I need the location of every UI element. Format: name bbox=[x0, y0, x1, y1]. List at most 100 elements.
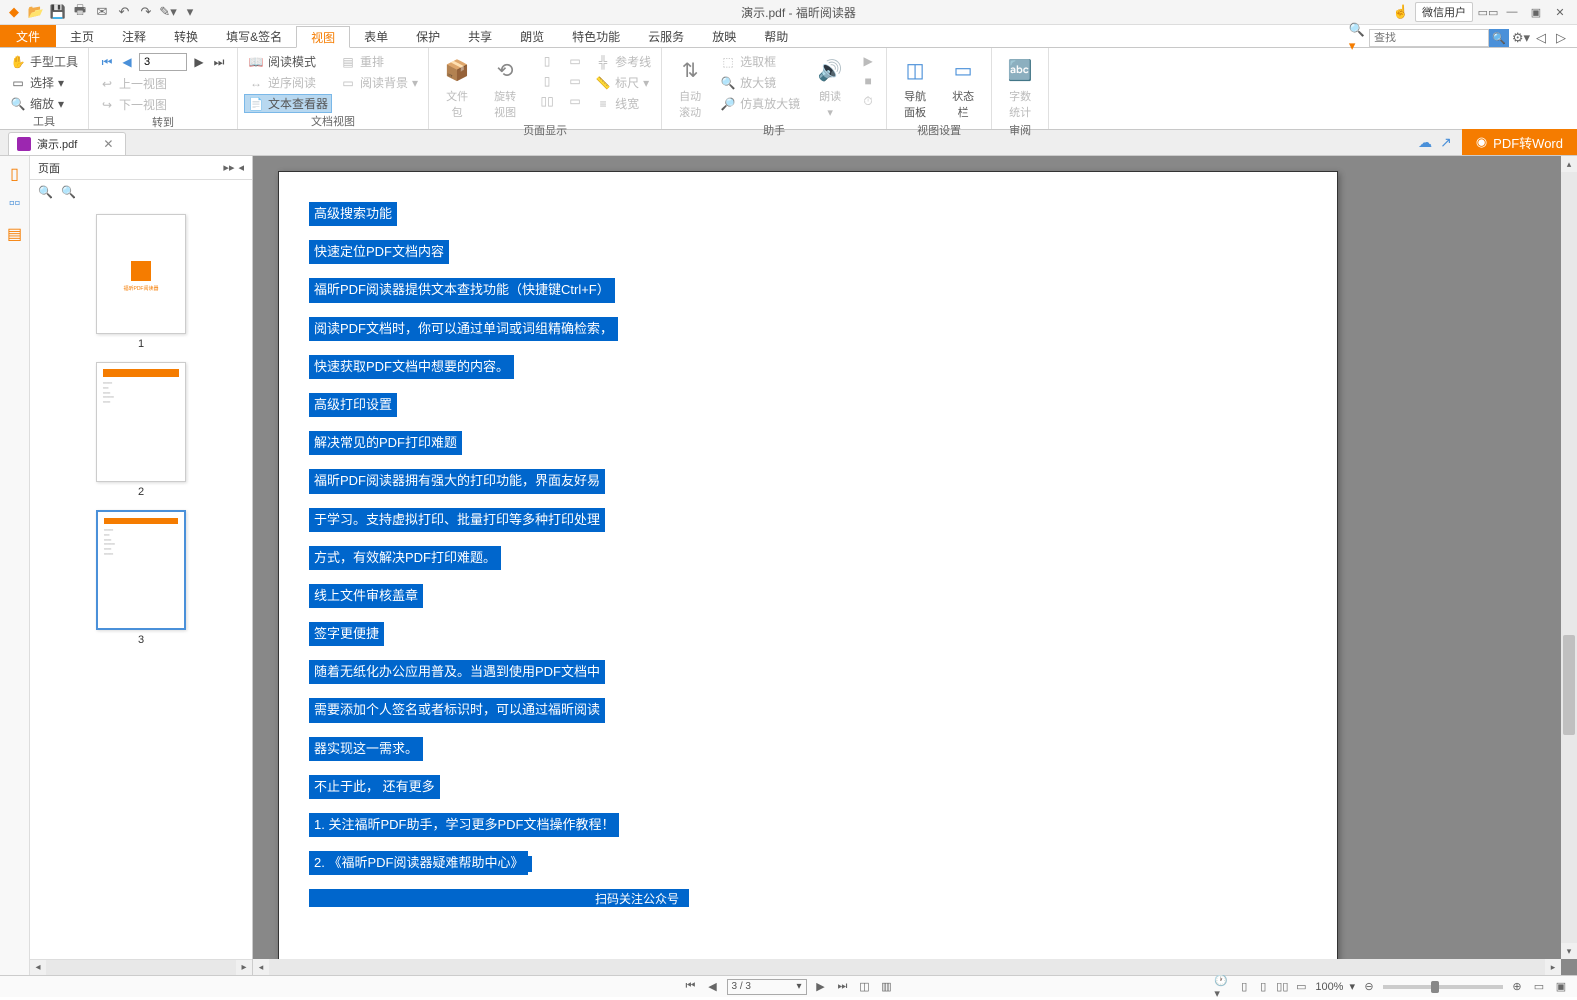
pdf-to-word-button[interactable]: ◉ PDF转Word bbox=[1462, 129, 1577, 155]
tab-form[interactable]: 表单 bbox=[350, 25, 402, 47]
horizontal-scrollbar[interactable]: ◂ ▸ bbox=[253, 959, 1561, 975]
text-line[interactable]: 器实现这一需求。 bbox=[309, 737, 423, 761]
layout-c-icon[interactable]: ▭ bbox=[563, 92, 587, 110]
scroll-track[interactable] bbox=[46, 960, 236, 975]
tab-comment[interactable]: 注释 bbox=[108, 25, 160, 47]
tab-convert[interactable]: 转换 bbox=[160, 25, 212, 47]
zoom-slider[interactable] bbox=[1383, 985, 1503, 989]
layout-facing-icon[interactable]: ▯▯ bbox=[535, 92, 559, 110]
audio-rate[interactable]: ⏱ bbox=[856, 92, 880, 110]
tab-read[interactable]: 朗览 bbox=[506, 25, 558, 47]
guide-line[interactable]: ╬参考线 bbox=[591, 52, 655, 71]
text-line[interactable]: 1. 关注福昕PDF助手，学习更多PDF文档操作教程！ bbox=[309, 813, 619, 837]
thumbnail-hscroll[interactable]: ◂ ▸ bbox=[30, 959, 252, 975]
text-line[interactable]: 需要添加个人签名或者标识时，可以通过福昕阅读 bbox=[309, 698, 605, 722]
tab-home[interactable]: 主页 bbox=[56, 25, 108, 47]
cloud-icon[interactable]: ☁ bbox=[1418, 134, 1432, 151]
thumbnail-item[interactable]: 福昕PDF阅读器 1 bbox=[30, 214, 252, 350]
text-line[interactable]: 高级打印设置 bbox=[309, 393, 397, 417]
save-icon[interactable]: 💾 bbox=[50, 4, 66, 20]
thumb-zoom-in-icon[interactable]: 🔍 bbox=[38, 185, 53, 199]
text-line[interactable]: 阅读PDF文档时，你可以通过单词或词组精确检索， bbox=[309, 317, 618, 341]
text-line[interactable]: 福昕PDF阅读器拥有强大的打印功能，界面友好易 bbox=[309, 469, 605, 493]
comments-strip-icon[interactable]: ▤ bbox=[5, 224, 25, 244]
prev-view[interactable]: ↩上一视图 bbox=[95, 74, 231, 93]
search-box[interactable] bbox=[1369, 29, 1489, 47]
rotate-view[interactable]: ⟲旋转 视图 bbox=[483, 52, 527, 122]
select-tool[interactable]: ▭选择▾ bbox=[6, 73, 82, 92]
line-width[interactable]: ≡线宽 bbox=[591, 94, 655, 113]
scroll-up-icon[interactable]: ▴ bbox=[1561, 156, 1577, 172]
brush-icon[interactable]: ✎▾ bbox=[160, 4, 176, 20]
thumbnail-item[interactable]: ━━━━━━━━━━━━━━━━━━━━━━ 2 bbox=[30, 362, 252, 498]
sb-page-indicator[interactable]: 3 / 3▾ bbox=[727, 979, 807, 995]
sync-icon[interactable]: ↗ bbox=[1440, 134, 1452, 151]
last-page-icon[interactable]: ⏭ bbox=[211, 54, 227, 70]
hand-pointer-icon[interactable]: ☝ bbox=[1393, 4, 1409, 20]
prev-page-icon[interactable]: ◀ bbox=[119, 54, 135, 70]
audio-prev[interactable]: ■ bbox=[856, 72, 880, 90]
scroll-left-icon[interactable]: ◂ bbox=[30, 960, 46, 975]
text-line[interactable]: 快速获取PDF文档中想要的内容。 bbox=[309, 355, 514, 379]
text-line[interactable]: 签字更便捷 bbox=[309, 622, 384, 646]
text-line[interactable]: 方式，有效解决PDF打印难题。 bbox=[309, 546, 501, 570]
wechat-user-button[interactable]: 微信用户 bbox=[1415, 2, 1473, 22]
sb-clock-icon[interactable]: 🕐▾ bbox=[1214, 979, 1230, 995]
highlighted-band[interactable]: 扫码关注公众号 bbox=[309, 889, 689, 907]
fake-magnifier[interactable]: 🔎仿真放大镜 bbox=[716, 94, 804, 113]
fit-page-icon[interactable]: ▣ bbox=[1553, 979, 1569, 995]
chevron-down-icon[interactable]: ▾ bbox=[1349, 980, 1355, 993]
tab-view[interactable]: 视图 bbox=[296, 26, 350, 48]
reverse-read[interactable]: ↔逆序阅读 bbox=[244, 73, 332, 92]
hand-tool[interactable]: ✋手型工具 bbox=[6, 52, 82, 71]
sb-view-continuous-icon[interactable]: ▯ bbox=[1255, 979, 1271, 995]
undo-icon[interactable]: ↶ bbox=[116, 4, 132, 20]
sb-view-cover-icon[interactable]: ▭ bbox=[1293, 979, 1309, 995]
sb-prev-page-icon[interactable]: ◀ bbox=[705, 979, 721, 995]
fit-width-icon[interactable]: ▭ bbox=[1531, 979, 1547, 995]
print-icon[interactable]: 🖶 bbox=[72, 4, 88, 20]
tab-special[interactable]: 特色功能 bbox=[558, 25, 634, 47]
zoom-in-icon[interactable]: ⊕ bbox=[1509, 979, 1525, 995]
search-input[interactable] bbox=[1370, 32, 1488, 44]
scroll-track[interactable] bbox=[1561, 172, 1577, 943]
first-page-icon[interactable]: ⏮ bbox=[99, 54, 115, 70]
tab-play[interactable]: 放映 bbox=[698, 25, 750, 47]
ruler[interactable]: 📏标尺▾ bbox=[591, 73, 655, 92]
rearrange[interactable]: ▤重排 bbox=[336, 52, 422, 71]
read-bg[interactable]: ▭阅读背景▾ bbox=[336, 73, 422, 92]
layout-a-icon[interactable]: ▭ bbox=[563, 52, 587, 70]
magnifier[interactable]: 🔍放大镜 bbox=[716, 73, 804, 92]
tab-cloud[interactable]: 云服务 bbox=[634, 25, 698, 47]
vertical-scrollbar[interactable]: ▴ ▾ bbox=[1561, 156, 1577, 959]
text-line[interactable]: 随着无纸化办公应用普及。当遇到使用PDF文档中 bbox=[309, 660, 605, 684]
open-icon[interactable]: 📂 bbox=[28, 4, 44, 20]
text-line[interactable]: 线上文件审核盖章 bbox=[309, 584, 423, 608]
pages-strip-icon[interactable]: ▫▫ bbox=[5, 194, 25, 214]
layout-single-icon[interactable]: ▯ bbox=[535, 52, 559, 70]
status-bar-toggle[interactable]: ▭状态 栏 bbox=[941, 52, 985, 122]
layout-b-icon[interactable]: ▭ bbox=[563, 72, 587, 90]
search-button[interactable]: 🔍 bbox=[1489, 29, 1509, 47]
text-line[interactable]: 解决常见的PDF打印难题 bbox=[309, 431, 462, 455]
scroll-left-icon[interactable]: ◂ bbox=[253, 959, 269, 975]
tab-share[interactable]: 共享 bbox=[454, 25, 506, 47]
audio-next[interactable]: ▶ bbox=[856, 52, 880, 70]
char-count[interactable]: 🔤字数 统计 bbox=[998, 52, 1042, 122]
search-scope-icon[interactable]: 🔍▾ bbox=[1349, 30, 1365, 46]
next-page-icon[interactable]: ▶ bbox=[191, 54, 207, 70]
scroll-thumb[interactable] bbox=[1563, 635, 1575, 735]
sb-view-single-icon[interactable]: ▯ bbox=[1236, 979, 1252, 995]
sb-next-page-icon[interactable]: ▶ bbox=[813, 979, 829, 995]
bookmark-strip-icon[interactable]: ▯ bbox=[5, 164, 25, 184]
sb-first-page-icon[interactable]: ⏮ bbox=[683, 979, 699, 995]
qat-dropdown-icon[interactable]: ▾ bbox=[182, 4, 198, 20]
document-tab[interactable]: 演示.pdf ✕ bbox=[8, 132, 126, 155]
prev-result-icon[interactable]: ◁ bbox=[1533, 30, 1549, 46]
scroll-right-icon[interactable]: ▸ bbox=[236, 960, 252, 975]
zoom-tool[interactable]: 🔍缩放▾ bbox=[6, 94, 82, 113]
email-icon[interactable]: ✉ bbox=[94, 4, 110, 20]
sb-view-facing-icon[interactable]: ▯▯ bbox=[1274, 979, 1290, 995]
minimize-button[interactable]: — bbox=[1503, 4, 1521, 20]
layout-continuous-icon[interactable]: ▯ bbox=[535, 72, 559, 90]
